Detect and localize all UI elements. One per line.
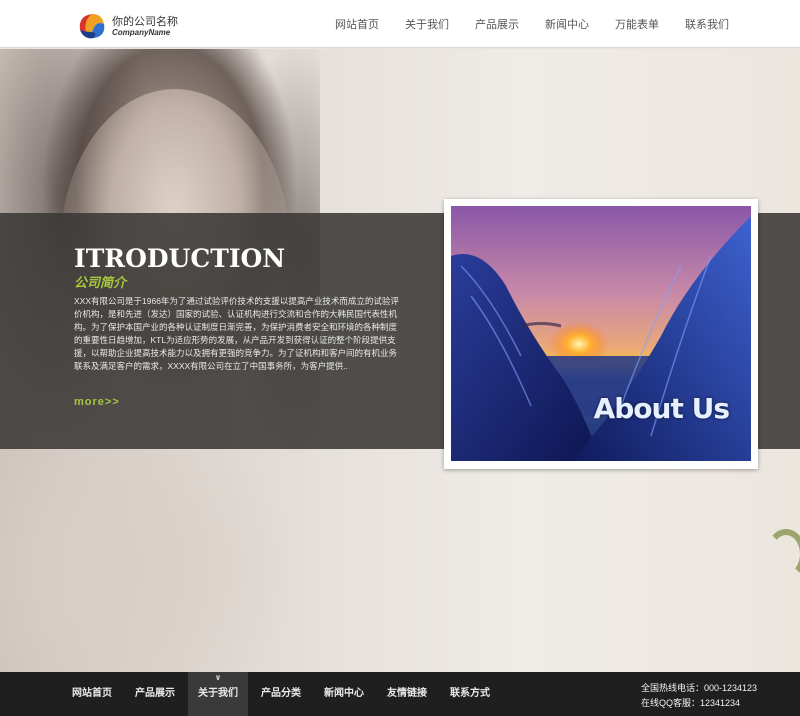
footer-nav-about-label: 关于我们 <box>198 688 238 699</box>
about-image-frame: About Us <box>444 199 758 469</box>
site-footer: 网站首页 产品展示 ∨ 关于我们 产品分类 新闻中心 友情链接 联系方式 全国热… <box>0 672 800 716</box>
chevron-down-icon: ∨ <box>214 673 222 682</box>
footer-nav-news[interactable]: 新闻中心 <box>314 672 374 716</box>
company-logo[interactable]: 你的公司名称 CompanyName <box>74 8 184 44</box>
company-logo-icon <box>79 14 105 39</box>
company-name-cn: 你的公司名称 <box>112 16 178 28</box>
footer-contact-info: 全国热线电话：000-1234123 在线QQ客服：12341234 <box>641 681 757 711</box>
footer-nav: 网站首页 产品展示 ∨ 关于我们 产品分类 新闻中心 友情链接 联系方式 <box>62 672 503 716</box>
more-link[interactable]: more>> <box>74 396 120 408</box>
footer-hotline: 全国热线电话：000-1234123 <box>640 683 757 693</box>
intro-title: ITRODUCTION <box>74 244 286 273</box>
about-us-caption: About Us <box>593 392 730 425</box>
footer-nav-links[interactable]: 友情链接 <box>377 672 437 716</box>
main-nav: 网站首页 关于我们 产品展示 新闻中心 万能表单 联系我们 <box>322 0 742 48</box>
company-name-en: CompanyName <box>112 28 171 37</box>
about-photo: About Us <box>451 206 751 461</box>
footer-nav-products[interactable]: 产品展示 <box>125 672 185 716</box>
nav-contact[interactable]: 联系我们 <box>672 16 742 32</box>
footer-nav-about[interactable]: ∨ 关于我们 <box>188 672 248 716</box>
intro-subtitle: 公司简介 <box>74 275 127 290</box>
intro-text: XXX有限公司是于1966年为了通过试验评价技术的支援以提高产业技术而成立的试验… <box>74 296 399 371</box>
nav-form[interactable]: 万能表单 <box>602 16 672 32</box>
footer-nav-home[interactable]: 网站首页 <box>62 672 122 716</box>
nav-about[interactable]: 关于我们 <box>392 16 462 32</box>
site-header: 你的公司名称 CompanyName 网站首页 关于我们 产品展示 新闻中心 万… <box>0 0 800 48</box>
footer-nav-categories[interactable]: 产品分类 <box>251 672 311 716</box>
leaf-decoration <box>766 529 800 579</box>
footer-qq: 在线QQ客服：12341234 <box>640 698 740 708</box>
nav-products[interactable]: 产品展示 <box>462 16 532 32</box>
nav-home[interactable]: 网站首页 <box>322 16 392 32</box>
footer-nav-contact[interactable]: 联系方式 <box>440 672 500 716</box>
nav-news[interactable]: 新闻中心 <box>532 16 602 32</box>
